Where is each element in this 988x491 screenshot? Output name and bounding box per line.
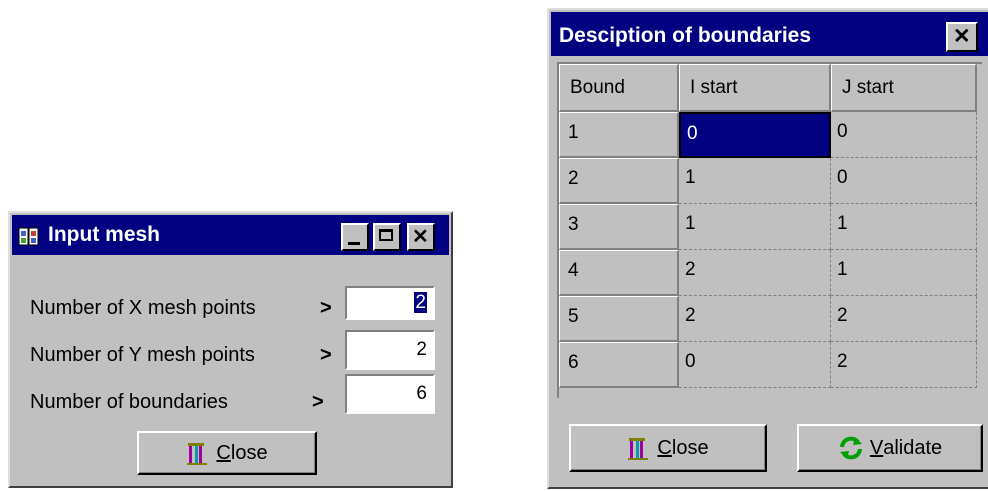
grid-cell[interactable]: 1 — [831, 204, 977, 250]
input-mesh-close-mnemonic: C — [216, 441, 231, 464]
boundaries-close-mnemonic: C — [657, 436, 672, 459]
validate-label: alidate — [883, 436, 943, 459]
x-mesh-points-value: 2 — [414, 292, 427, 313]
boundaries-count-arrow: > — [312, 391, 324, 413]
close-icon: ✕ — [412, 226, 429, 248]
row-header[interactable]: 6 — [559, 342, 679, 388]
boundaries-count-input[interactable]: 6 — [345, 374, 435, 414]
grid-cell[interactable]: 0 — [831, 158, 977, 204]
grid-cell[interactable]: 0 — [831, 112, 977, 158]
x-mesh-points-arrow: > — [320, 297, 332, 319]
boundaries-titlebar[interactable]: Desciption of boundaries ✕ — [551, 12, 988, 56]
maximize-button[interactable] — [373, 223, 401, 251]
boundaries-window: Desciption of boundaries ✕ Bound I start… — [547, 8, 988, 489]
input-mesh-window: Input mesh ✕ Number of X mesh points > 2… — [8, 211, 453, 488]
maximize-icon — [379, 229, 393, 241]
row-header[interactable]: 1 — [559, 112, 679, 158]
grid-cell[interactable]: 1 — [679, 158, 831, 204]
validate-button[interactable]: Validate — [797, 424, 983, 472]
grid-cell[interactable]: 1 — [831, 250, 977, 296]
row-header[interactable]: 5 — [559, 296, 679, 342]
x-mesh-points-input[interactable]: 2 — [345, 286, 435, 320]
column-header-bound[interactable]: Bound — [559, 64, 679, 112]
close-window-button[interactable]: ✕ — [407, 223, 435, 251]
boundaries-close-label: lose — [671, 436, 709, 459]
input-mesh-close-label: lose — [230, 441, 268, 464]
grid-cell[interactable]: 2 — [679, 250, 831, 296]
input-mesh-titlebar[interactable]: Input mesh ✕ — [12, 215, 449, 255]
row-header[interactable]: 3 — [559, 204, 679, 250]
input-mesh-close-button[interactable]: Close — [137, 431, 317, 475]
grid-cell[interactable]: 0 — [679, 112, 831, 158]
y-mesh-points-arrow: > — [320, 344, 332, 366]
boundaries-close-button[interactable]: Close — [569, 424, 767, 472]
validate-mnemonic: V — [869, 436, 884, 459]
input-mesh-title: Input mesh — [48, 223, 161, 246]
grid-cell[interactable]: 2 — [679, 296, 831, 342]
grid-cell[interactable]: 1 — [679, 204, 831, 250]
boundaries-grid[interactable]: Bound I start J start 1 0 0 2 1 0 3 1 1 … — [557, 62, 982, 398]
grid-cell[interactable]: 2 — [831, 342, 977, 388]
minimize-button[interactable] — [341, 223, 369, 251]
boundaries-count-label: Number of boundaries — [30, 391, 228, 413]
refresh-icon — [838, 435, 864, 461]
y-mesh-points-value: 2 — [416, 339, 427, 360]
y-mesh-points-label: Number of Y mesh points — [30, 344, 255, 366]
close-icon: ✕ — [953, 25, 971, 48]
boundaries-close-window-button[interactable]: ✕ — [946, 22, 978, 52]
x-mesh-points-label: Number of X mesh points — [30, 297, 256, 319]
boundaries-title: Desciption of boundaries — [559, 24, 812, 47]
exit-door-icon — [186, 440, 210, 466]
grid-cell[interactable]: 2 — [831, 296, 977, 342]
row-header[interactable]: 4 — [559, 250, 679, 296]
minimize-icon — [348, 242, 360, 245]
column-header-i-start[interactable]: I start — [679, 64, 831, 112]
boundaries-count-value: 6 — [416, 383, 427, 404]
exit-door-icon — [627, 435, 651, 461]
column-header-j-start[interactable]: J start — [831, 64, 977, 112]
grid-cell[interactable]: 0 — [679, 342, 831, 388]
y-mesh-points-input[interactable]: 2 — [345, 330, 435, 370]
row-header[interactable]: 2 — [559, 158, 679, 204]
app-icon[interactable] — [18, 225, 40, 247]
